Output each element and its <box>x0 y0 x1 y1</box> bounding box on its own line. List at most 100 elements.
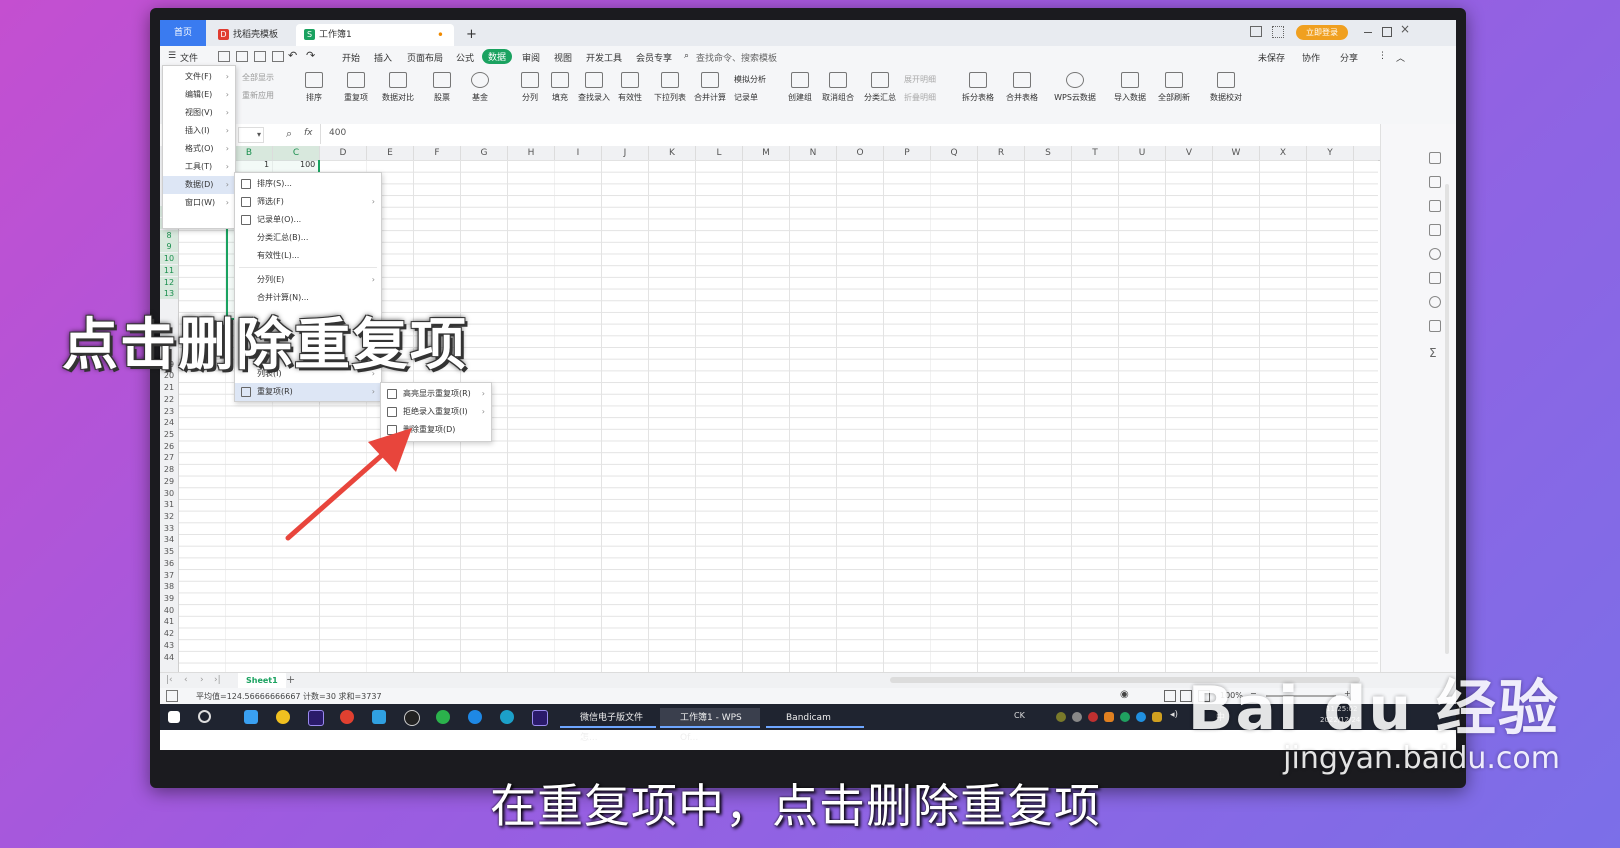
classic-menu-window[interactable]: 窗口(W) › <box>163 194 235 212</box>
row-header[interactable]: 32 <box>160 511 178 522</box>
premiere-2-icon[interactable] <box>532 710 548 726</box>
reject-duplicates-item[interactable]: 拒绝录入重复项(I) › <box>381 403 491 421</box>
collapse-ribbon-icon[interactable]: ︿ <box>1396 51 1405 64</box>
qq-icon[interactable] <box>404 710 420 726</box>
unsaved-status[interactable]: 未保存 <box>1258 51 1285 64</box>
taskbar-app-browser[interactable]: 微信电子版文件怎... <box>560 708 656 743</box>
hamburger-icon[interactable]: ☰ <box>168 51 176 61</box>
row-header[interactable]: 13 <box>160 288 178 299</box>
taskbar-app-wps[interactable]: 工作簿1 - WPS Of... <box>660 708 760 743</box>
data-menu-split[interactable]: 分列(E) › <box>235 271 381 289</box>
menu-review[interactable]: 审阅 <box>522 51 540 64</box>
row-header[interactable]: 8 <box>160 230 178 241</box>
photos-icon[interactable] <box>244 710 258 724</box>
menu-data[interactable]: 数据 <box>482 49 513 64</box>
next-sheet-icon[interactable]: › <box>200 675 204 685</box>
row-header[interactable]: 41 <box>160 616 178 627</box>
wps-cloud-data-button[interactable]: WPS云数据 <box>1050 72 1100 103</box>
data-menu-record-form[interactable]: 记录单(O)... <box>235 211 381 229</box>
classic-menu-file[interactable]: 文件(F) › <box>163 68 235 86</box>
row-header[interactable]: 43 <box>160 640 178 651</box>
collapse-detail-button[interactable]: 折叠明细 <box>904 92 936 103</box>
data-menu-duplicates[interactable]: 重复项(R) › <box>235 383 381 401</box>
data-menu-filter[interactable]: 筛选(F) › <box>235 193 381 211</box>
classic-menu-edit[interactable]: 编辑(E) › <box>163 86 235 104</box>
filter-settings-icon[interactable] <box>1429 200 1441 212</box>
column-header[interactable]: N <box>790 146 837 160</box>
location-icon[interactable] <box>1429 296 1441 308</box>
normal-view-icon[interactable] <box>1164 690 1176 702</box>
premiere-icon[interactable] <box>308 710 324 726</box>
column-header[interactable]: C <box>273 146 320 160</box>
file-menu-button[interactable]: 文件 <box>180 51 198 64</box>
volume-icon[interactable]: ◂) <box>1170 710 1178 720</box>
apps-grid-icon[interactable] <box>1272 26 1284 38</box>
tab-templates[interactable]: D 找稻壳模板 <box>210 24 296 46</box>
what-if-button[interactable]: 模拟分析 <box>734 74 766 85</box>
data-menu-subtotal[interactable]: 分类汇总(B)... <box>235 229 381 247</box>
column-header[interactable]: E <box>367 146 414 160</box>
pointer-icon[interactable] <box>1429 176 1441 188</box>
fund-button[interactable]: 基金 <box>460 72 500 103</box>
row-header[interactable]: 10 <box>160 253 178 264</box>
wechat-icon[interactable] <box>436 710 450 724</box>
row-header[interactable]: 9 <box>160 241 178 252</box>
subtotal-button[interactable]: 分类汇总 <box>860 72 900 103</box>
column-header[interactable]: G <box>461 146 508 160</box>
add-sheet-button[interactable]: + <box>286 673 295 686</box>
reapply-button[interactable]: 重新应用 <box>242 90 274 101</box>
column-header[interactable]: I <box>555 146 602 160</box>
column-header[interactable]: S <box>1025 146 1072 160</box>
ungroup-button[interactable]: 取消组合 <box>818 72 858 103</box>
security-tray-icon[interactable] <box>1152 712 1162 722</box>
column-header[interactable]: X <box>1260 146 1307 160</box>
split-table-button[interactable]: 拆分表格 <box>958 72 998 103</box>
print-icon[interactable] <box>254 51 266 62</box>
cloud-tray-icon[interactable] <box>1072 712 1082 722</box>
zoom-search-icon[interactable]: ⌕ <box>286 127 292 141</box>
undo-icon[interactable]: ↶ <box>288 49 297 62</box>
first-sheet-icon[interactable]: |‹ <box>166 675 173 685</box>
row-header[interactable]: 39 <box>160 593 178 604</box>
row-header[interactable]: 35 <box>160 546 178 557</box>
column-header[interactable]: D <box>320 146 367 160</box>
row-header[interactable]: 27 <box>160 452 178 463</box>
row-header[interactable]: 22 <box>160 394 178 405</box>
consolidate-button[interactable]: 合并计算 <box>690 72 730 103</box>
redo-icon[interactable]: ↷ <box>306 49 315 62</box>
sort-button[interactable]: 排序 <box>294 72 334 103</box>
row-header[interactable]: 30 <box>160 488 178 499</box>
dropdown-list-button[interactable]: 下拉列表 <box>650 72 690 103</box>
row-header[interactable]: 42 <box>160 628 178 639</box>
classic-menu-tools[interactable]: 工具(T) › <box>163 158 235 176</box>
data-compare-button[interactable]: 数据对比 <box>378 72 418 103</box>
validity-button[interactable]: 有效性 <box>610 72 650 103</box>
ie-icon[interactable] <box>468 710 482 724</box>
row-header[interactable]: 36 <box>160 558 178 569</box>
create-group-button[interactable]: 创建组 <box>780 72 820 103</box>
app-tray-icon[interactable] <box>1104 712 1114 722</box>
share-button[interactable]: 分享 <box>1340 51 1358 64</box>
column-header[interactable]: Y <box>1307 146 1354 160</box>
menu-member[interactable]: 会员专享 <box>636 51 672 64</box>
tab-home[interactable]: 首页 <box>160 20 206 46</box>
expand-detail-button[interactable]: 展开明细 <box>904 74 936 85</box>
row-header[interactable]: 11 <box>160 265 178 276</box>
row-header[interactable]: 21 <box>160 382 178 393</box>
column-header[interactable]: R <box>978 146 1025 160</box>
import-data-button[interactable]: 导入数据 <box>1110 72 1150 103</box>
preview-icon[interactable] <box>272 51 284 62</box>
row-header[interactable]: 29 <box>160 476 178 487</box>
browser-icon[interactable] <box>276 710 290 724</box>
add-tab-button[interactable]: + <box>458 24 485 46</box>
lookup-entry-button[interactable]: 查找录入 <box>574 72 614 103</box>
refresh-all-button[interactable]: 全部刷新 <box>1154 72 1194 103</box>
menu-developer[interactable]: 开发工具 <box>586 51 622 64</box>
vertical-scrollbar[interactable] <box>1445 184 1449 654</box>
classic-menu-data[interactable]: 数据(D) › <box>163 176 235 194</box>
menu-start[interactable]: 开始 <box>342 51 360 64</box>
minimize-icon[interactable] <box>1364 32 1372 33</box>
login-button[interactable]: 立即登录 <box>1296 25 1348 40</box>
name-box-dropdown[interactable]: ▾ <box>238 127 264 143</box>
row-header[interactable]: 23 <box>160 406 178 417</box>
